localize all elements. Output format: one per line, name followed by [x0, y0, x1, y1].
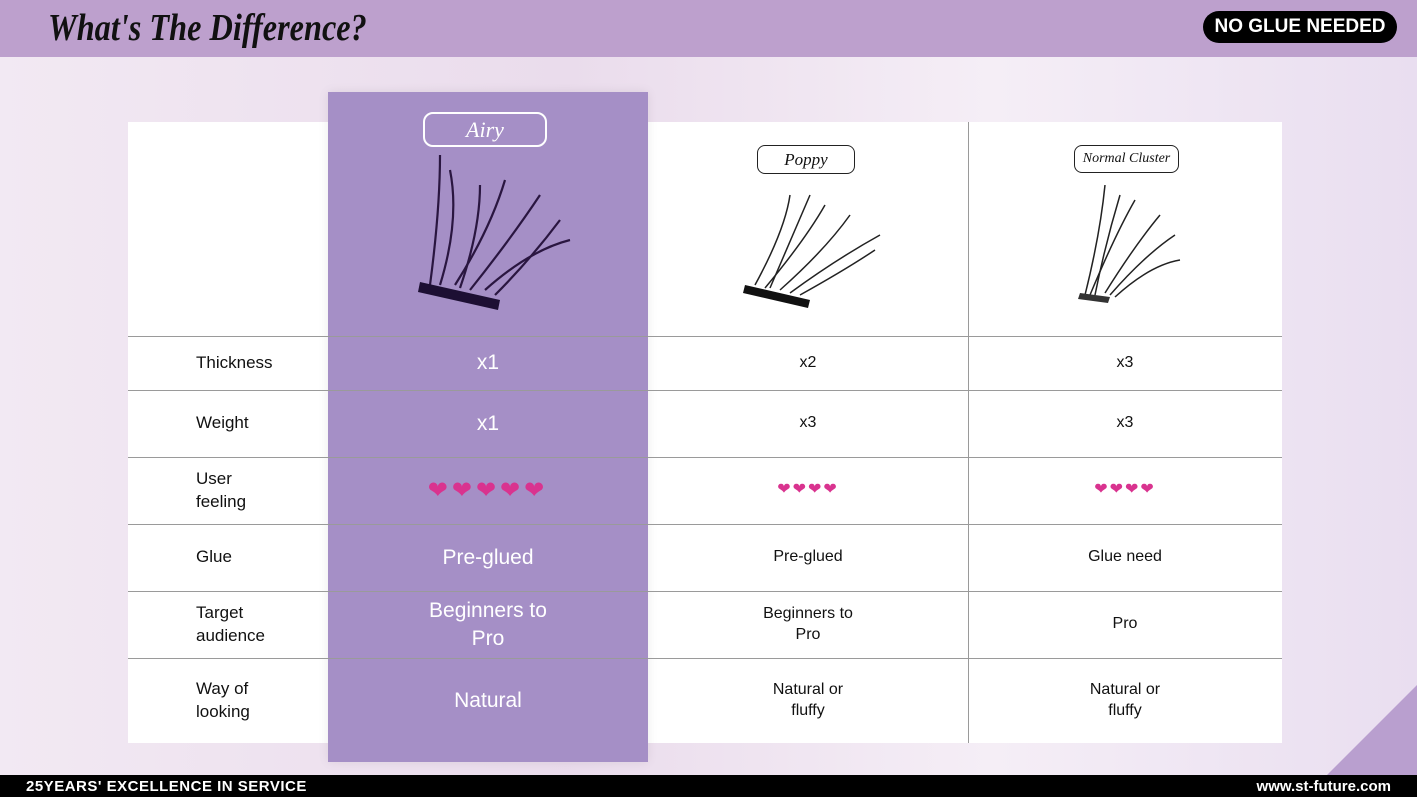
airy-lash-image [418, 154, 571, 310]
table-cell: x2 [799, 353, 817, 371]
table-cell: Beginners to Pro [763, 604, 853, 643]
rating-hearts: ❤❤❤❤ [777, 481, 839, 499]
footer-website[interactable]: www.st-future.com [1257, 778, 1391, 795]
normal-cluster-lash-image [1078, 185, 1181, 303]
table-cell: Natural or fluffy [772, 680, 844, 719]
row-label: Target audience [196, 603, 266, 645]
table-cell: x1 [476, 411, 500, 435]
table-cell: x3 [1116, 353, 1134, 371]
table-cell: Glue need [1088, 548, 1162, 566]
no-glue-badge: NO GLUE NEEDED [1203, 11, 1397, 43]
table-cell: Beginners to Pro [429, 599, 547, 650]
footer-bar: 25YEARS' EXCELLENCE IN SERVICE www.st-fu… [0, 775, 1417, 797]
row-label: Way of looking [196, 679, 250, 721]
normal-cluster-label: Normal Cluster [1074, 145, 1179, 173]
table-cell: Natural or fluffy [1089, 680, 1161, 719]
row-label: User feeling [196, 469, 247, 511]
decorative-corner [1327, 685, 1417, 775]
poppy-lash-image [743, 194, 881, 308]
footer-tagline: 25YEARS' EXCELLENCE IN SERVICE [26, 778, 307, 795]
table-cell: x3 [1116, 414, 1134, 432]
poppy-label: Poppy [757, 145, 855, 174]
row-label: Glue [196, 547, 232, 567]
table-cell: Pre-glued [773, 548, 843, 566]
rating-hearts: ❤❤❤❤❤ [427, 476, 549, 504]
table-cell: x3 [799, 414, 817, 432]
rating-hearts: ❤❤❤❤ [1094, 481, 1156, 499]
table-cell: Pre-glued [442, 545, 534, 569]
row-label: Weight [196, 413, 249, 433]
row-label: Thickness [196, 352, 273, 372]
page-title: What's The Difference? [48, 7, 367, 49]
table-cell: Natural [454, 688, 522, 712]
table-cell: Pro [1112, 615, 1138, 633]
airy-label: Airy [423, 112, 547, 147]
table-cell: x1 [476, 351, 500, 375]
